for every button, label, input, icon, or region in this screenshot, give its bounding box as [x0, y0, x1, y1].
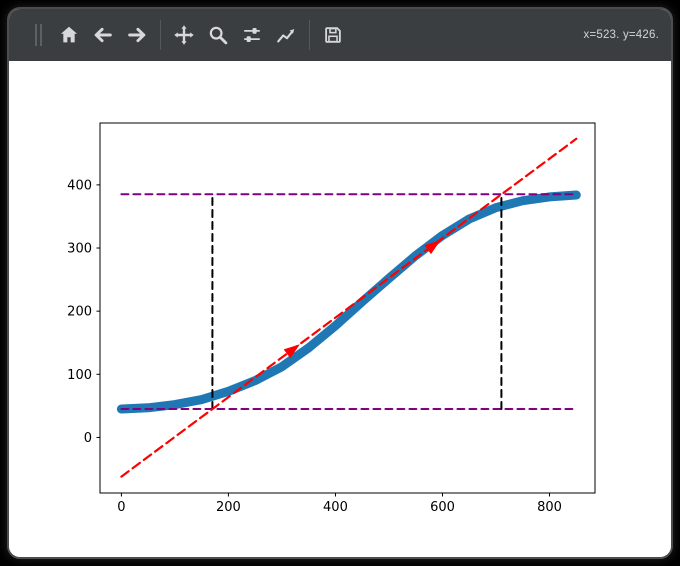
- toolbar-separator: [160, 20, 161, 50]
- x-tick-label: 0: [117, 500, 125, 515]
- sliders-icon: [241, 24, 263, 46]
- save-button[interactable]: [318, 20, 348, 50]
- y-tick-label: 300: [67, 242, 92, 257]
- arrow-left-icon: [92, 24, 114, 46]
- customize-button[interactable]: [271, 20, 301, 50]
- y-tick-label: 100: [67, 368, 92, 383]
- matplotlib-toolbar: x=523. y=426.: [9, 9, 671, 61]
- home-button[interactable]: [54, 20, 84, 50]
- figure-window: x=523. y=426. 0 200 400 600 800 0 100 200 300 400: [7, 7, 673, 559]
- figure-canvas[interactable]: 0 200 400 600 800 0 100 200 300 400: [9, 61, 671, 557]
- move-icon: [173, 24, 195, 46]
- configure-subplots-button[interactable]: [237, 20, 267, 50]
- line-chart-icon: [275, 24, 297, 46]
- back-button[interactable]: [88, 20, 118, 50]
- home-icon: [58, 24, 80, 46]
- y-tick-label: 0: [84, 431, 92, 446]
- toolbar-separator: [309, 20, 310, 50]
- linear-fit-line: [121, 139, 576, 477]
- floppy-icon: [322, 24, 344, 46]
- x-tick-label: 200: [216, 500, 241, 515]
- x-tick-label: 600: [430, 500, 455, 515]
- response-curve: [121, 195, 576, 409]
- arrow-right-icon: [126, 24, 148, 46]
- plot-area[interactable]: 0 200 400 600 800 0 100 200 300 400: [9, 61, 671, 557]
- x-tick-label: 400: [323, 500, 348, 515]
- x-tick-label: 800: [537, 500, 562, 515]
- magnifier-icon: [207, 24, 229, 46]
- toolbar-drag-handle[interactable]: [35, 24, 42, 46]
- cursor-coordinate-readout: x=523. y=426.: [584, 29, 660, 41]
- forward-button[interactable]: [122, 20, 152, 50]
- pan-button[interactable]: [169, 20, 199, 50]
- y-tick-label: 400: [67, 178, 92, 193]
- y-tick-label: 200: [67, 305, 92, 320]
- zoom-button[interactable]: [203, 20, 233, 50]
